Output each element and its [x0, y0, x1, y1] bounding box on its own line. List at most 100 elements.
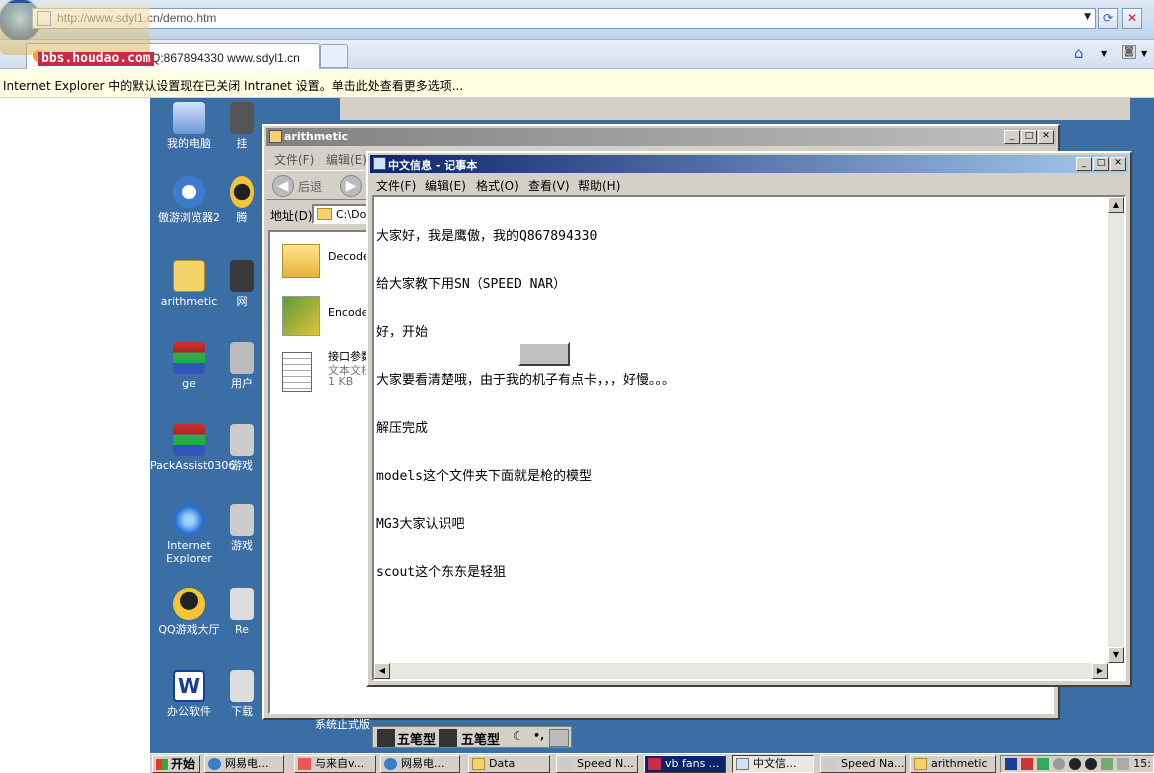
desktop-icon-col2[interactable]: 游戏 — [222, 504, 262, 552]
desktop-icon-col2[interactable]: 网 — [222, 260, 262, 308]
address-bar[interactable]: http://www.sdyl1.cn/demo.htm ▼ — [32, 8, 1096, 29]
qq-icon[interactable] — [1085, 758, 1097, 770]
maximize-button[interactable]: □ — [1093, 157, 1109, 171]
menu-help[interactable]: 帮助(H) — [578, 177, 620, 194]
stop-button[interactable]: ✕ — [1122, 8, 1142, 29]
favicon-icon — [33, 50, 45, 62]
taskbar-button-label: arithmetic — [931, 757, 988, 770]
information-bar[interactable]: Internet Explorer 中的默认设置现在已关闭 Intranet 设… — [0, 70, 1154, 98]
text-line: MG3大家认识吧 — [376, 517, 465, 532]
ie-icon — [173, 504, 205, 536]
desktop-icon-qq-game[interactable]: QQ游戏大厅 — [150, 588, 228, 636]
ime-logo-icon[interactable] — [377, 729, 395, 747]
ime-mode-label[interactable]: 五笔型 — [461, 729, 500, 748]
desktop-icon-label: 腾 — [236, 211, 248, 224]
minimize-button[interactable]: _ — [1004, 130, 1020, 144]
taskbar-button[interactable]: 与来自v... — [294, 755, 376, 773]
pen-icon[interactable] — [1021, 758, 1033, 770]
forward-arrow-icon[interactable]: ▶ — [340, 175, 362, 197]
desktop-icon-label: PackAssist0306 — [150, 459, 236, 472]
status-text: 系统止式版 — [315, 718, 370, 731]
minimize-button[interactable]: _ — [1076, 157, 1092, 171]
taskbar-button[interactable]: vb fans ... — [644, 755, 726, 773]
ie-address-row: http://www.sdyl1.cn/demo.htm ▼ ⟳ ✕ — [0, 0, 1154, 40]
moon-icon[interactable]: ☾ — [513, 729, 524, 747]
file-item-text-doc[interactable]: 接口参数 文本文档 1 KB — [278, 348, 378, 400]
taskbar-button[interactable]: arithmetic — [910, 755, 996, 773]
network-icon[interactable] — [1037, 758, 1049, 770]
desktop-icon-col2[interactable]: 游戏 — [222, 424, 262, 472]
taskbar-button[interactable]: Speed Na... — [820, 755, 906, 773]
menu-file[interactable]: 文件(F) — [376, 177, 416, 194]
desktop-icon-col2[interactable]: 用户 — [222, 342, 262, 390]
desktop-icon-my-computer[interactable]: 我的电脑 — [150, 102, 228, 150]
keyboard-icon[interactable] — [549, 729, 569, 747]
ime-mode-label[interactable]: 五笔型 — [397, 729, 436, 748]
word-icon: W — [173, 670, 205, 702]
notepad-content[interactable]: 大家好，我是鹰傲，我的Q867894330 给大家教下用SN（SPEED NAR… — [376, 197, 1104, 613]
desktop-icon-label: 我的电脑 — [167, 137, 211, 150]
ime-logo-icon[interactable] — [439, 729, 457, 747]
back-arrow-icon[interactable]: ◀ — [272, 175, 294, 197]
desktop-icon-col2[interactable]: 腾 — [222, 176, 262, 224]
taskbar-button[interactable]: 中文信... — [732, 755, 814, 773]
taskbar-button[interactable]: 网易电... — [204, 755, 284, 773]
tab-active[interactable]: csol改NAR加密包QQ:867894330 www.sdyl1.cn — [26, 43, 320, 69]
menu-format[interactable]: 格式(O) — [476, 177, 519, 194]
menu-file[interactable]: 文件(F) — [274, 151, 314, 168]
infobar-text[interactable]: Internet Explorer 中的默认设置现在已关闭 Intranet 设… — [3, 77, 463, 94]
app-icon[interactable] — [1117, 758, 1129, 770]
close-button[interactable]: ✕ — [1038, 130, 1054, 144]
notepad-text-area[interactable]: 大家好，我是鹰傲，我的Q867894330 给大家教下用SN（SPEED NAR… — [372, 195, 1126, 681]
desktop-icon-internet-explorer[interactable]: Internet Explorer — [150, 504, 228, 565]
game-icon — [230, 424, 254, 456]
close-button[interactable]: ✕ — [1110, 157, 1126, 171]
home-icon[interactable]: ⌂ — [1074, 44, 1084, 62]
vertical-scrollbar[interactable]: ▲ ▼ — [1108, 197, 1124, 663]
desktop-icon-ge[interactable]: ge — [150, 342, 228, 390]
desktop-icon-label: ge — [182, 377, 196, 390]
refresh-button[interactable]: ⟳ — [1098, 8, 1118, 29]
taskbar-button-label: Data — [489, 757, 516, 770]
notepad-titlebar[interactable]: 中文信息 - 记事本 _ □ ✕ — [370, 155, 1128, 173]
desktop-icon-maxthon[interactable]: 傲游浏览器2 — [150, 176, 228, 224]
taskbar-button[interactable]: Data — [468, 755, 550, 773]
desktop-icon-col2[interactable]: 下载 — [222, 670, 262, 718]
scroll-down-icon[interactable]: ▼ — [1108, 647, 1124, 663]
desktop-icon-arithmetic[interactable]: arithmetic — [150, 260, 228, 308]
explorer-titlebar[interactable]: arithmetic _ □ ✕ — [266, 128, 1056, 146]
rss-icon[interactable]: ◙ — [1122, 45, 1136, 59]
ime-icon[interactable] — [1005, 758, 1017, 770]
new-tab-button[interactable] — [320, 44, 348, 68]
app-icon[interactable] — [1101, 758, 1113, 770]
notepad-icon — [373, 157, 386, 170]
menu-view[interactable]: 查看(V) — [528, 177, 570, 194]
desktop-icon-label: QQ游戏大厅 — [158, 623, 220, 636]
desktop-icon-office[interactable]: W 办公软件 — [150, 670, 228, 718]
menu-edit[interactable]: 编辑(E) — [425, 177, 466, 194]
scroll-right-icon[interactable]: ▶ — [1092, 663, 1108, 679]
file-item-encode[interactable]: Encode_ — [278, 292, 378, 344]
maximize-button[interactable]: □ — [1021, 130, 1037, 144]
menu-edit[interactable]: 编辑(E) — [326, 151, 367, 168]
chevron-down-icon[interactable]: ▼ — [1141, 49, 1147, 58]
back-button-label[interactable]: 后退 — [298, 178, 322, 195]
taskbar-button[interactable]: 网易电... — [380, 755, 460, 773]
chevron-down-icon[interactable]: ▼ — [1101, 49, 1107, 58]
desktop-icon-col2[interactable]: Re — [222, 588, 262, 636]
app-icon — [824, 758, 837, 770]
desktop-icon-col2[interactable]: 挂 — [222, 102, 262, 150]
chevron-down-icon[interactable]: ▼ — [1084, 12, 1091, 22]
scroll-left-icon[interactable]: ◀ — [374, 663, 390, 679]
scroll-up-icon[interactable]: ▲ — [1108, 197, 1124, 213]
qq-icon[interactable] — [1069, 758, 1081, 770]
clock[interactable]: 15: — [1133, 757, 1151, 770]
file-item-decode[interactable]: Decode_ — [278, 236, 378, 288]
horizontal-scrollbar[interactable]: ◀ ▶ — [374, 663, 1108, 679]
address-url[interactable]: http://www.sdyl1.cn/demo.htm — [57, 11, 216, 25]
punctuation-icon[interactable]: •, — [533, 729, 544, 747]
desktop-icon-packassist[interactable]: PackAssist0306 — [150, 424, 236, 472]
volume-icon[interactable] — [1053, 758, 1065, 770]
taskbar-button[interactable]: Speed N... — [556, 755, 638, 773]
start-button[interactable]: 开始 — [152, 755, 200, 773]
